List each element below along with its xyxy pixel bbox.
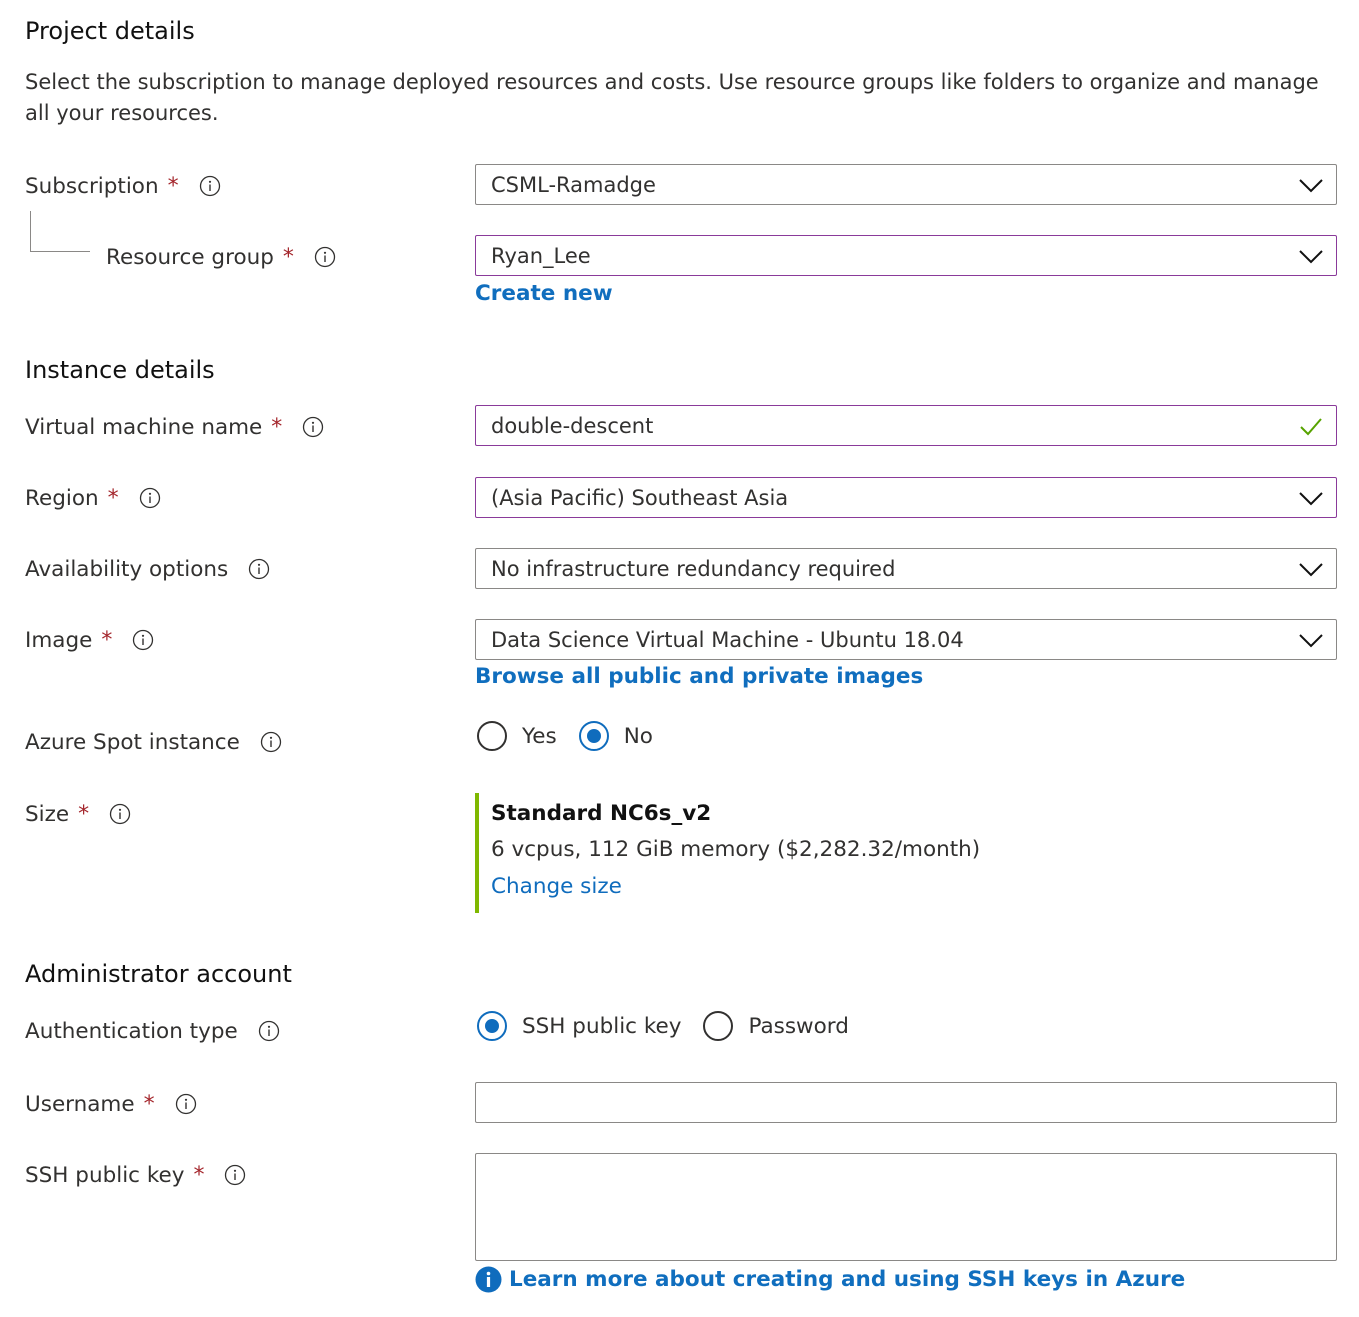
info-icon[interactable] [314,246,336,268]
info-icon[interactable] [260,731,282,753]
project-details-description: Select the subscription to manage deploy… [25,70,1319,125]
size-name: Standard NC6s_v2 [491,801,712,826]
ssh-key-textarea[interactable] [475,1153,1337,1261]
vm-name-input[interactable]: double-descent [475,405,1337,446]
info-icon[interactable] [109,803,131,825]
username-label: Username [25,1091,135,1117]
region-dropdown[interactable]: (Asia Pacific) Southeast Asia [475,477,1337,518]
info-icon[interactable] [175,1093,197,1115]
spot-label: Azure Spot instance [25,729,240,755]
auth-type-label: Authentication type [25,1018,238,1044]
chevron-down-icon [1298,173,1324,197]
create-new-link[interactable]: Create new [475,281,613,306]
availability-value: No infrastructure redundancy required [491,556,896,581]
size-spec: 6 vcpus, 112 GiB memory ($2,282.32/month… [491,837,981,862]
resource-group-dropdown[interactable]: Ryan_Lee [475,235,1337,276]
instance-details-heading: Instance details [25,356,215,384]
spot-no-label[interactable]: No [624,724,653,749]
ssh-learn-more-link[interactable]: Learn more about creating and using SSH … [509,1267,1185,1292]
ssh-key-label: SSH public key [25,1162,185,1188]
chevron-down-icon [1298,486,1324,510]
required-marker: * [282,244,294,270]
availability-label: Availability options [25,556,229,582]
info-filled-icon [475,1266,502,1293]
size-summary: Standard NC6s_v2 6 vcpus, 112 GiB memory… [475,793,1079,913]
required-marker: * [107,485,119,511]
subscription-label: Subscription [25,173,159,199]
region-label: Region [25,485,99,511]
availability-dropdown[interactable]: No infrastructure redundancy required [475,548,1337,589]
required-marker: * [143,1091,155,1117]
availability-label-row: Availability options [25,554,270,584]
password-radio-label[interactable]: Password [748,1014,848,1039]
spot-yes-label[interactable]: Yes [522,724,557,749]
change-size-link[interactable]: Change size [491,874,622,899]
auth-type-label-row: Authentication type [25,1016,280,1046]
info-icon[interactable] [224,1164,246,1186]
ssh-key-label-row: SSH public key * [25,1160,246,1190]
spot-no-radio[interactable] [578,721,609,751]
info-icon[interactable] [199,175,221,197]
resource-group-label-row: Resource group * [106,242,336,272]
checkmark-icon [1300,418,1322,436]
chevron-down-icon [1298,557,1324,581]
size-label: Size [25,801,70,827]
image-dropdown[interactable]: Data Science Virtual Machine - Ubuntu 18… [475,619,1337,660]
tree-connector-vertical [30,211,31,251]
username-label-row: Username * [25,1089,197,1119]
project-details-heading: Project details [25,17,195,45]
tree-connector-horizontal [30,251,90,252]
required-marker: * [167,173,179,199]
image-value: Data Science Virtual Machine - Ubuntu 18… [491,627,964,652]
resource-group-value: Ryan_Lee [491,243,591,268]
spot-label-row: Azure Spot instance [25,727,282,757]
region-value: (Asia Pacific) Southeast Asia [491,485,789,510]
required-marker: * [271,414,283,440]
admin-account-heading: Administrator account [25,960,292,988]
size-label-row: Size * [25,799,131,829]
browse-images-link[interactable]: Browse all public and private images [475,664,923,689]
username-input[interactable] [475,1082,1337,1123]
spot-radio-group: Yes No [477,721,675,751]
ssh-key-radio-label[interactable]: SSH public key [522,1014,681,1039]
auth-type-radio-group: SSH public key Password [477,1011,871,1041]
password-radio[interactable] [703,1011,734,1041]
subscription-dropdown[interactable]: CSML-Ramadge [475,164,1337,205]
required-marker: * [78,801,90,827]
vm-name-label: Virtual machine name [25,414,263,440]
chevron-down-icon [1298,628,1324,652]
subscription-label-row: Subscription * [25,171,221,201]
vm-name-value: double-descent [491,413,654,438]
subscription-value: CSML-Ramadge [491,172,656,197]
vm-name-label-row: Virtual machine name * [25,412,324,442]
required-marker: * [193,1162,205,1188]
chevron-down-icon [1298,244,1324,268]
image-label: Image [25,627,93,653]
spot-yes-radio[interactable] [477,721,507,751]
info-icon[interactable] [248,558,270,580]
region-label-row: Region * [25,483,161,513]
info-icon[interactable] [132,629,154,651]
required-marker: * [101,627,113,653]
ssh-key-radio[interactable] [477,1011,507,1041]
resource-group-label: Resource group [106,244,274,270]
info-icon[interactable] [258,1020,280,1042]
info-icon[interactable] [139,487,161,509]
ssh-learn-more-row[interactable]: Learn more about creating and using SSH … [475,1266,1185,1293]
image-label-row: Image * [25,625,154,655]
info-icon[interactable] [302,416,324,438]
